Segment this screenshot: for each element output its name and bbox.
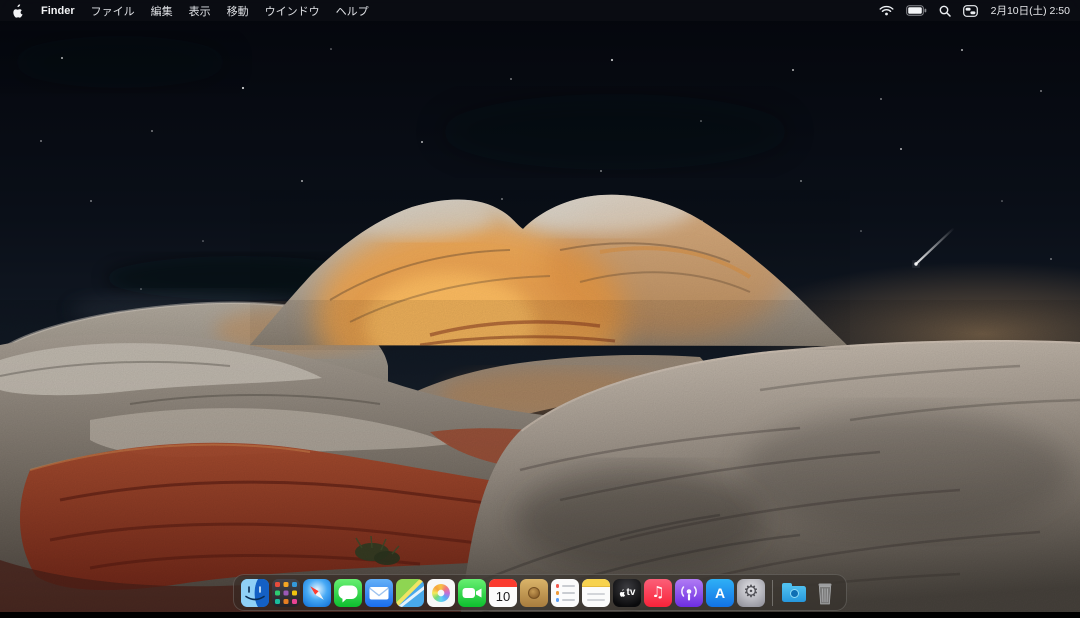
folder-emblem-icon bbox=[790, 589, 799, 598]
wifi-icon[interactable] bbox=[873, 5, 900, 16]
dock: 10 tv ♫ bbox=[233, 574, 847, 611]
dock-icon-tv[interactable]: tv bbox=[613, 579, 641, 607]
dock-icon-downloads-folder[interactable] bbox=[780, 579, 808, 607]
gear-icon: ⚙ bbox=[743, 584, 758, 601]
menubar-app-name[interactable]: Finder bbox=[33, 0, 83, 21]
menu-edit[interactable]: 編集 bbox=[143, 0, 181, 21]
menu-go[interactable]: 移動 bbox=[219, 0, 257, 21]
dock-icon-messages[interactable] bbox=[334, 579, 362, 607]
broadcast-icon bbox=[675, 579, 703, 607]
menu-help[interactable]: ヘルプ bbox=[328, 0, 377, 21]
tv-label: tv bbox=[627, 587, 636, 598]
menu-view[interactable]: 表示 bbox=[181, 0, 219, 21]
compass-icon bbox=[303, 579, 331, 607]
menubar-clock[interactable]: 2月10日(土) 2:50 bbox=[984, 3, 1070, 18]
dock-icon-facetime[interactable] bbox=[458, 579, 486, 607]
spotlight-search-icon[interactable] bbox=[933, 5, 957, 17]
control-center-icon[interactable] bbox=[957, 5, 984, 17]
battery-icon[interactable] bbox=[900, 5, 933, 16]
dock-icon-trash[interactable] bbox=[811, 579, 839, 607]
dock-icon-calendar[interactable]: 10 bbox=[489, 579, 517, 607]
dock-icon-podcasts[interactable] bbox=[675, 579, 703, 607]
dock-icon-music[interactable]: ♫ bbox=[644, 579, 672, 607]
dock-icon-finder[interactable] bbox=[241, 579, 269, 607]
dock-icon-contacts[interactable] bbox=[520, 579, 548, 607]
map-road-icon bbox=[396, 582, 424, 607]
desktop-wallpaper[interactable] bbox=[0, 0, 1080, 618]
menu-window[interactable]: ウインドウ bbox=[257, 0, 328, 21]
app-store-letter: A bbox=[715, 585, 725, 601]
video-camera-icon bbox=[458, 579, 486, 607]
dock-icon-mail[interactable] bbox=[365, 579, 393, 607]
launchpad-grid-icon bbox=[275, 582, 280, 587]
letterbox-bar bbox=[0, 612, 1080, 618]
envelope-icon bbox=[365, 579, 393, 607]
apple-logo-icon bbox=[12, 4, 24, 18]
dock-icon-reminders[interactable] bbox=[551, 579, 579, 607]
dock-icon-photos[interactable] bbox=[427, 579, 455, 607]
music-note-icon: ♫ bbox=[651, 585, 664, 600]
notes-header-bar bbox=[582, 579, 610, 588]
dock-icon-notes[interactable] bbox=[582, 579, 610, 607]
dock-icon-app-store[interactable]: A bbox=[706, 579, 734, 607]
dock-icon-system-settings[interactable]: ⚙ bbox=[737, 579, 765, 607]
contacts-emblem-icon bbox=[528, 587, 540, 599]
dock-icon-launchpad[interactable] bbox=[272, 579, 300, 607]
apple-logo-icon bbox=[619, 589, 626, 597]
speech-bubble-icon bbox=[334, 579, 362, 607]
desktop: Finder ファイル 編集 表示 移動 ウインドウ ヘルプ bbox=[0, 0, 1080, 618]
calendar-day-number: 10 bbox=[489, 587, 517, 607]
apple-menu[interactable] bbox=[10, 4, 33, 18]
trash-bin-icon bbox=[811, 579, 839, 607]
dock-icon-safari[interactable] bbox=[303, 579, 331, 607]
flower-icon bbox=[432, 584, 450, 602]
dock-icon-maps[interactable] bbox=[396, 579, 424, 607]
menu-file[interactable]: ファイル bbox=[83, 0, 143, 21]
menu-bar: Finder ファイル 編集 表示 移動 ウインドウ ヘルプ bbox=[0, 0, 1080, 21]
calendar-month-bar bbox=[489, 579, 517, 587]
dock-divider bbox=[772, 580, 773, 606]
